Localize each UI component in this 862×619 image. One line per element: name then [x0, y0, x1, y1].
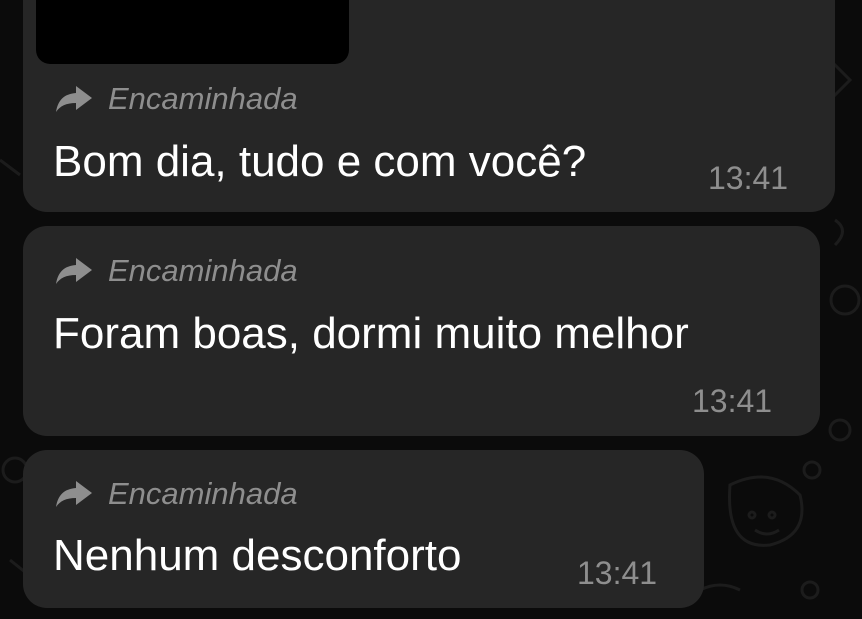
- message-text: Bom dia, tudo e com você?: [53, 137, 587, 186]
- message-timestamp: 13:41: [692, 383, 773, 419]
- message-text: Foram boas, dormi muito melhor: [53, 309, 689, 358]
- forwarded-label: Encaminhada: [54, 255, 298, 286]
- forward-arrow-icon: [56, 480, 92, 507]
- redacted-sender-name: [36, 0, 349, 64]
- message-timestamp: 13:41: [708, 160, 789, 196]
- forward-arrow-icon: [56, 257, 92, 284]
- forwarded-text: Encaminhada: [108, 253, 298, 288]
- forwarded-label: Encaminhada: [54, 83, 298, 114]
- forwarded-text: Encaminhada: [108, 81, 298, 116]
- message-text: Nenhum desconforto: [53, 531, 462, 580]
- forward-arrow-icon: [56, 85, 92, 112]
- message-timestamp: 13:41: [577, 555, 658, 591]
- forwarded-label: Encaminhada: [54, 478, 298, 509]
- forwarded-text: Encaminhada: [108, 476, 298, 511]
